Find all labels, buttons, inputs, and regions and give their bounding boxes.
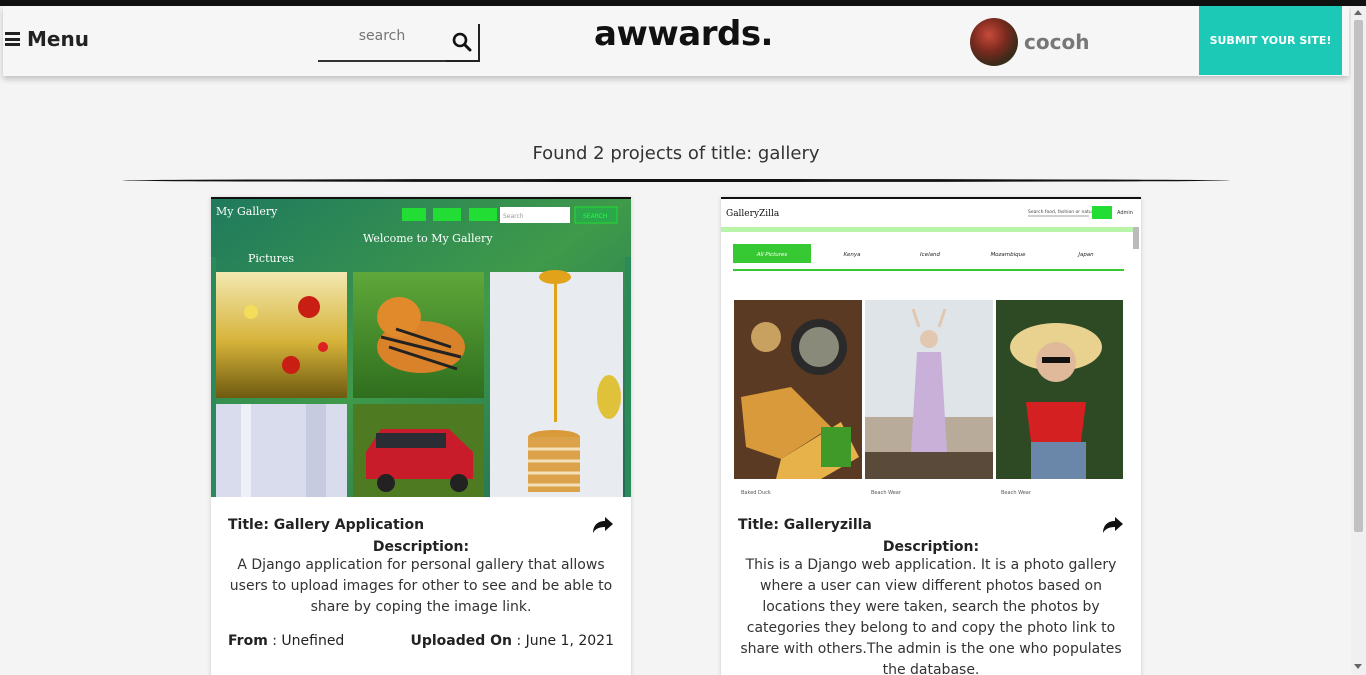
description-label: Description: bbox=[372, 539, 470, 555]
screenshot-tab-iceland: Iceland bbox=[920, 252, 940, 258]
username[interactable]: cocoh bbox=[1024, 30, 1089, 54]
menu-label: Menu bbox=[27, 27, 89, 51]
screenshot-caption: Baked Duck bbox=[741, 490, 771, 496]
scroll-down-arrow-icon[interactable] bbox=[1354, 664, 1362, 669]
scrollbar-thumb[interactable] bbox=[1354, 20, 1363, 532]
search-button[interactable] bbox=[446, 24, 480, 62]
brand-logo[interactable]: awwards. bbox=[594, 14, 773, 54]
project-screenshot[interactable]: GalleryZilla Search food, fashion or nat… bbox=[721, 197, 1141, 497]
screenshot-tab-japan: Japan bbox=[1077, 252, 1094, 258]
description-label: Description: bbox=[882, 539, 980, 555]
hamburger-icon bbox=[5, 32, 20, 46]
galleryzilla-screenshot: GalleryZilla Search food, fashion or nat… bbox=[721, 197, 1141, 497]
screenshot-welcome: Welcome to My Gallery bbox=[363, 232, 493, 245]
navbar: Menu awwards. cocoh SUBMIT YOUR SITE! bbox=[3, 6, 1349, 76]
project-details: Title: Gallery Application Description: … bbox=[211, 497, 631, 649]
share-icon[interactable] bbox=[592, 516, 614, 534]
screenshot-search-placeholder: Search food, fashion or nature bbox=[1028, 209, 1097, 215]
from-label: From bbox=[228, 633, 268, 649]
project-title[interactable]: Title: Gallery Application bbox=[228, 517, 424, 533]
search-form bbox=[318, 22, 480, 62]
screenshot-caption: Beach Wear bbox=[1001, 490, 1032, 496]
project-title[interactable]: Title: Galleryzilla bbox=[738, 517, 872, 533]
search-input[interactable] bbox=[318, 22, 446, 62]
site-title: My Gallery bbox=[216, 205, 278, 218]
screenshot-caption: Beach Wear bbox=[871, 490, 902, 496]
menu-button[interactable]: Menu bbox=[5, 27, 89, 51]
screenshot-section: Pictures bbox=[248, 252, 294, 265]
uploaded-value: : June 1, 2021 bbox=[512, 633, 614, 649]
user-profile[interactable]: cocoh bbox=[970, 18, 1089, 66]
project-meta: From : Unefined Uploaded On : June 1, 20… bbox=[228, 633, 614, 649]
screenshot-admin: Admin bbox=[1117, 210, 1133, 216]
screenshot-search-placeholder: Search bbox=[503, 213, 524, 220]
scroll-up-arrow-icon[interactable] bbox=[1354, 10, 1362, 15]
description-text: A Django application for personal galler… bbox=[229, 557, 613, 615]
gallery-app-screenshot: My Gallery Search SEARCH Welcome to My G… bbox=[211, 197, 631, 497]
from-field: From : Unefined bbox=[228, 633, 344, 649]
submit-site-button[interactable]: SUBMIT YOUR SITE! bbox=[1199, 6, 1342, 75]
results-heading: Found 2 projects of title: gallery bbox=[532, 143, 820, 164]
uploaded-label: Uploaded On bbox=[410, 633, 512, 649]
search-icon bbox=[452, 32, 472, 52]
avatar[interactable] bbox=[970, 18, 1018, 66]
project-card: GalleryZilla Search food, fashion or nat… bbox=[721, 197, 1141, 675]
project-screenshot[interactable]: My Gallery Search SEARCH Welcome to My G… bbox=[211, 197, 631, 497]
project-card: My Gallery Search SEARCH Welcome to My G… bbox=[211, 197, 631, 675]
project-details: Title: Galleryzilla Description: This is… bbox=[721, 497, 1141, 675]
screenshot-site-title: GalleryZilla bbox=[726, 209, 780, 219]
description-text: This is a Django web application. It is … bbox=[740, 557, 1122, 675]
screenshot-tab-kenya: Kenya bbox=[844, 252, 862, 258]
uploaded-field: Uploaded On : June 1, 2021 bbox=[410, 633, 614, 649]
screenshot-search-button: SEARCH bbox=[583, 213, 607, 220]
share-icon[interactable] bbox=[1102, 516, 1124, 534]
from-value: : Unefined bbox=[267, 633, 345, 649]
screenshot-tab-all: All Pictures bbox=[756, 252, 788, 258]
divider bbox=[122, 179, 1230, 182]
screenshot-tab-mozambique: Mozambique bbox=[990, 252, 1026, 258]
